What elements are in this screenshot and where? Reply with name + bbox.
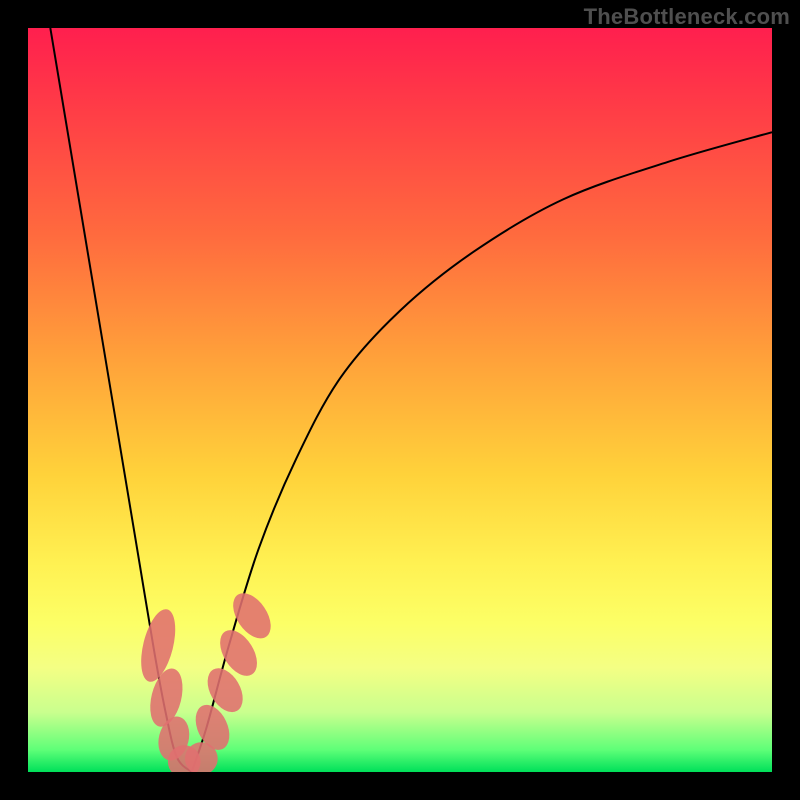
chart-frame: TheBottleneck.com [0, 0, 800, 800]
marker-group [135, 586, 279, 772]
chart-svg [28, 28, 772, 772]
attribution-label: TheBottleneck.com [584, 4, 790, 30]
chart-plot-area [28, 28, 772, 772]
